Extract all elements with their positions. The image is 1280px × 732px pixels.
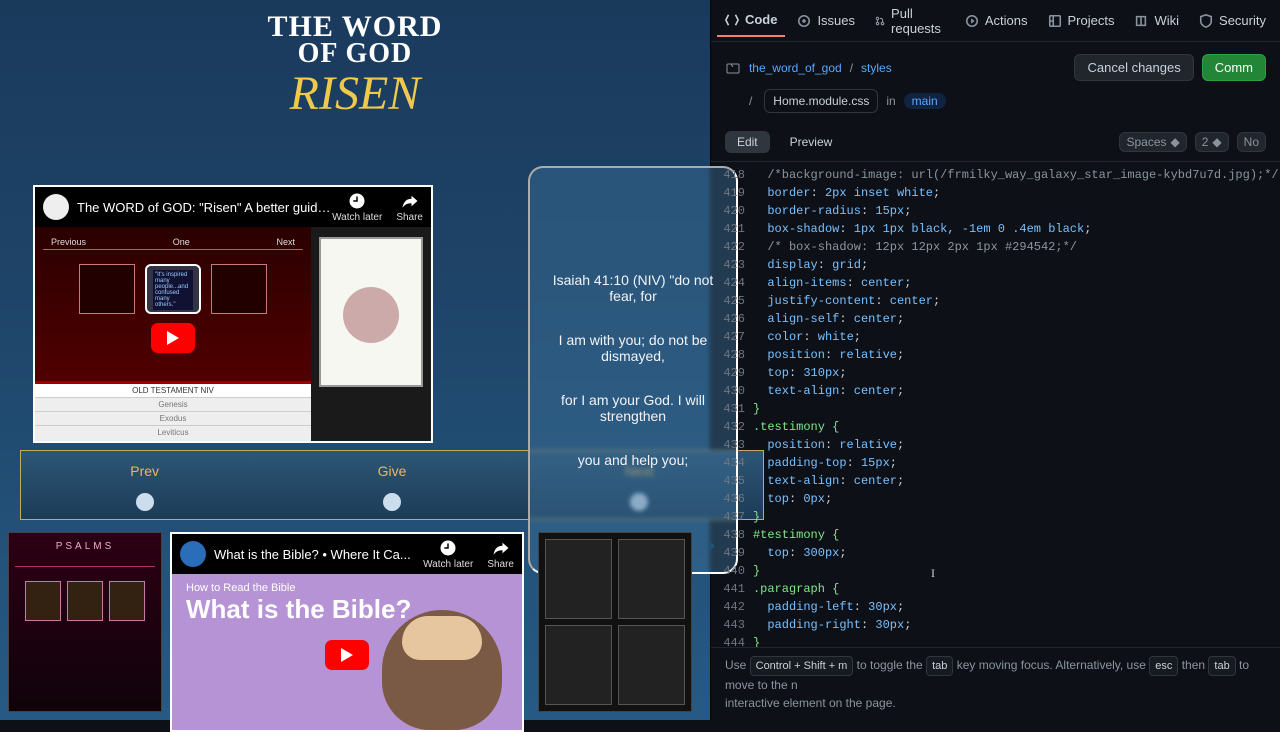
cancel-changes-button[interactable]: Cancel changes [1074, 54, 1193, 81]
share-button[interactable]: Share [396, 192, 423, 223]
video1-header: The WORD of GOD: "Risen" A better guide.… [35, 187, 431, 227]
kbd: tab [926, 656, 953, 676]
angel-icon [136, 493, 154, 511]
kbd: esc [1149, 656, 1178, 676]
tab-projects[interactable]: Projects [1040, 5, 1123, 36]
cartoon-character [382, 610, 502, 730]
channel-avatar[interactable] [43, 194, 69, 220]
angel-icon [383, 493, 401, 511]
channel-avatar[interactable] [180, 541, 206, 567]
code-editor[interactable]: 418 419 420 421 422 423 424 425 426 427 … [711, 162, 1280, 647]
breadcrumb-file: / Home.module.css in main [711, 85, 1280, 123]
nav-prev[interactable]: Prev [130, 463, 159, 511]
video-card-2[interactable]: What is the Bible? • Where It Ca... Watc… [170, 532, 524, 732]
kbd: tab [1208, 656, 1235, 676]
gallery-thumbnail[interactable] [538, 532, 692, 712]
tab-wiki[interactable]: Wiki [1126, 5, 1187, 36]
video2-overlay: How to Read the Bible What is the Bible? [186, 582, 411, 625]
page-title-block: THE WORD OF GOD RISEN [0, 0, 710, 121]
presenter-inset [311, 227, 431, 441]
psalms-thumbnail[interactable]: PSALMS [8, 532, 162, 712]
video2-title: What is the Bible? • Where It Ca... [214, 547, 423, 562]
site-preview-pane: THE WORD OF GOD RISEN The WORD of GOD: "… [0, 0, 710, 720]
video-card-1[interactable]: The WORD of GOD: "Risen" A better guide.… [33, 185, 433, 443]
play-button-icon[interactable] [325, 640, 369, 670]
title-risen: RISEN [0, 66, 710, 121]
scripture-line: you and help you; [578, 452, 689, 468]
tab-security[interactable]: Security [1191, 5, 1274, 36]
github-editor-pane: Code Issues Pull requests Actions Projec… [710, 0, 1280, 720]
line-gutter: 418 419 420 421 422 423 424 425 426 427 … [711, 162, 753, 647]
tab-issues[interactable]: Issues [789, 5, 863, 36]
share-button[interactable]: Share [487, 539, 514, 570]
repo-tabs: Code Issues Pull requests Actions Projec… [711, 0, 1280, 42]
breadcrumb: the_word_of_god / styles Cancel changes … [711, 42, 1280, 85]
tab-code[interactable]: Code [717, 4, 786, 37]
subtab-preview[interactable]: Preview [778, 131, 845, 153]
wrap-select[interactable]: No [1237, 132, 1266, 152]
open-file-icon[interactable] [725, 60, 741, 76]
crumb-repo[interactable]: the_word_of_god [749, 61, 842, 75]
scripture-line: for I am your God. I will strengthen [546, 392, 720, 424]
play-button-icon[interactable] [151, 323, 195, 353]
slide-thumb[interactable] [211, 264, 267, 314]
video1-slide: Previous One Next "It's inspired many pe… [35, 227, 311, 441]
code-content[interactable]: /*background-image: url(/frmilky_way_gal… [753, 162, 1280, 647]
kbd: Control + Shift + m [750, 656, 854, 676]
tab-pull-requests[interactable]: Pull requests [867, 0, 953, 44]
keyboard-hint: Use Control + Shift + m to toggle the ta… [711, 647, 1280, 720]
scripture-line: I am with you; do not be dismayed, [546, 332, 720, 364]
watch-later-button[interactable]: Watch later [423, 539, 473, 570]
crumb-dir[interactable]: styles [861, 61, 892, 75]
text-cursor-icon: I [931, 564, 935, 582]
nav-give[interactable]: Give [378, 463, 407, 511]
tab-actions[interactable]: Actions [957, 5, 1036, 36]
indent-size-select[interactable]: 2 ◆ [1195, 132, 1229, 152]
filename-input[interactable]: Home.module.css [764, 89, 878, 113]
commit-button[interactable]: Comm [1202, 54, 1266, 81]
watch-later-button[interactable]: Watch later [332, 192, 382, 223]
ot-strip: OLD TESTAMENT NIV Genesis Exodus Levitic… [35, 381, 311, 441]
subtab-edit[interactable]: Edit [725, 131, 770, 153]
editor-subtabs: Edit Preview Spaces ◆ 2 ◆ No [711, 123, 1280, 162]
slide-thumb-selected[interactable]: "It's inspired many people...and confuse… [145, 264, 201, 314]
scripture-line: Isaiah 41:10 (NIV) "do not fear, for [546, 272, 720, 304]
video2-header: What is the Bible? • Where It Ca... Watc… [172, 534, 522, 574]
branch-pill[interactable]: main [904, 93, 946, 109]
video1-title: The WORD of GOD: "Risen" A better guide.… [77, 200, 332, 215]
slide-thumb[interactable] [79, 264, 135, 314]
scripture-card: Isaiah 41:10 (NIV) "do not fear, for I a… [528, 166, 738, 574]
indent-mode-select[interactable]: Spaces ◆ [1119, 132, 1186, 152]
